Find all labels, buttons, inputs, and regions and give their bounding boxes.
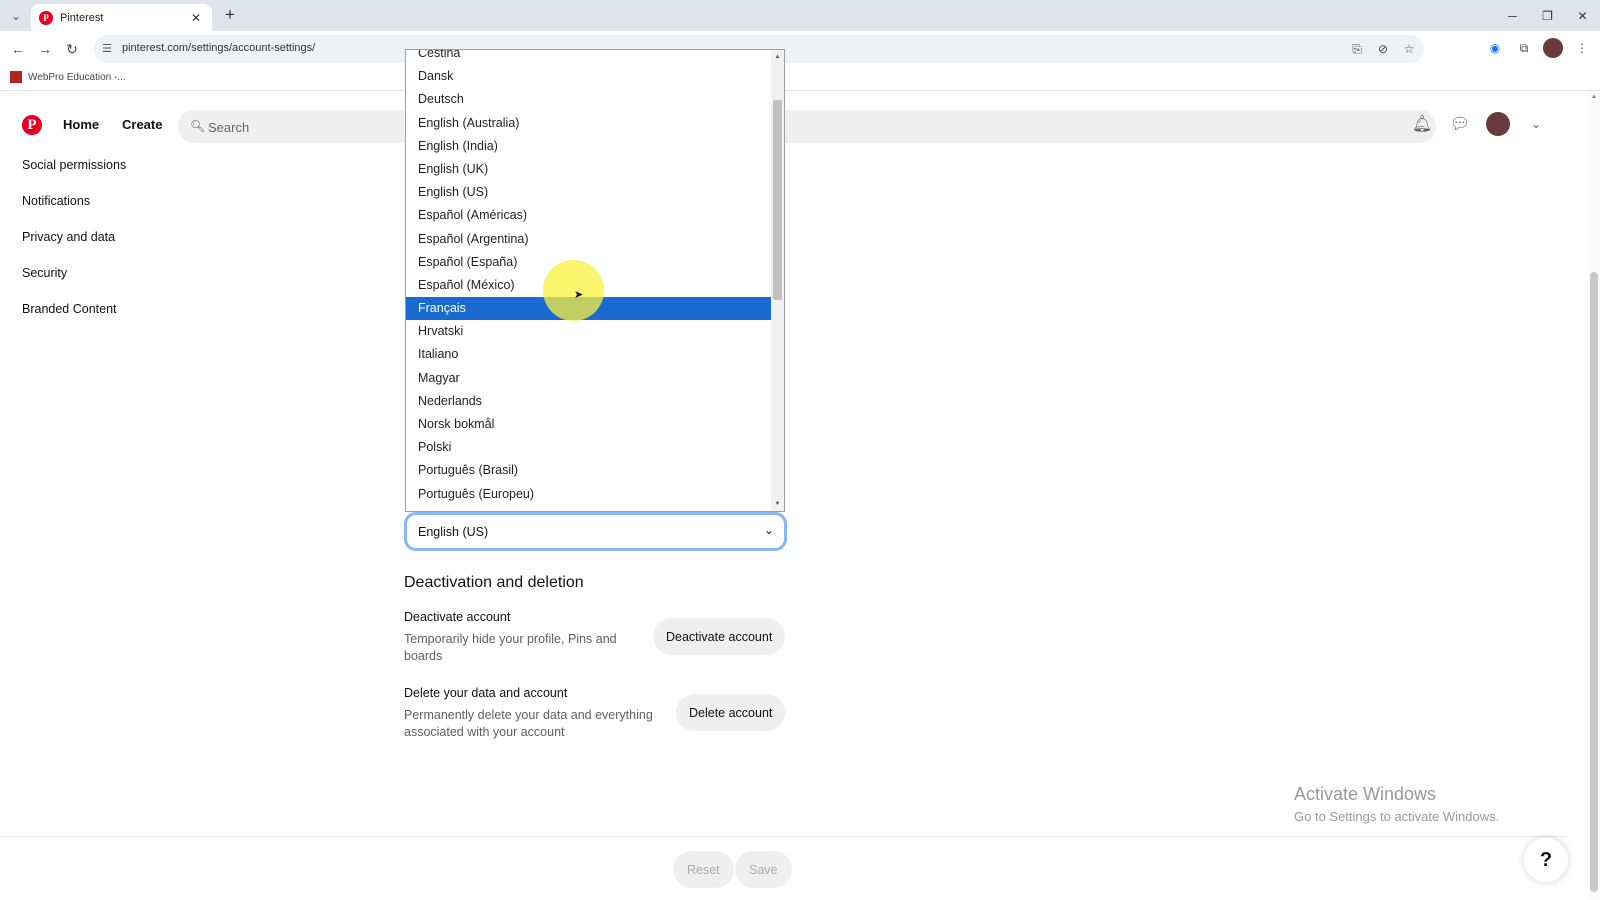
language-option[interactable]: Polski (406, 436, 772, 459)
mouse-cursor-icon: ➤ (574, 289, 584, 301)
save-button[interactable]: Save (735, 851, 792, 888)
language-option[interactable]: Nederlands (406, 390, 772, 413)
url-text[interactable]: pinterest.com/settings/account-settings/ (122, 42, 315, 54)
search-input[interactable]: 🔍︎ Search (178, 110, 1436, 143)
language-option[interactable]: Português (Brasil) (406, 459, 772, 482)
eye-off-icon[interactable]: ⊘ (1374, 40, 1392, 58)
deactivate-account-title: Deactivate account (404, 610, 511, 624)
bookmarks-bar: WebPro Education -... (0, 66, 1600, 91)
dropdown-scroll-up-icon[interactable]: ▲ (771, 54, 784, 60)
back-icon[interactable]: ← (8, 39, 28, 59)
language-option[interactable]: Magyar (406, 367, 772, 390)
language-option[interactable]: Norsk bokmål (406, 413, 772, 436)
sidebar-item-social-permissions[interactable]: Social permissions (22, 158, 126, 172)
tab-title: Pinterest (60, 11, 104, 24)
new-tab-button[interactable]: + (220, 5, 240, 25)
nav-home[interactable]: Home (63, 117, 99, 132)
scroll-up-arrow-icon[interactable]: ▲ (1588, 94, 1600, 100)
language-option[interactable]: Hrvatski (406, 320, 772, 343)
section-title-deactivation: Deactivation and deletion (404, 574, 584, 591)
deactivate-account-description: Temporarily hide your profile, Pins and … (404, 632, 617, 663)
bookmark-label: WebPro Education -... (28, 71, 126, 83)
page-scrollbar[interactable]: ▲ (1588, 92, 1600, 900)
language-select-value: English (US) (418, 525, 489, 539)
deactivate-account-button[interactable]: Deactivate account (653, 618, 786, 655)
activate-windows-watermark: Activate Windows Go to Settings to activ… (1294, 784, 1499, 824)
bookmark-item[interactable]: WebPro Education -... (10, 71, 126, 83)
language-option[interactable]: Română (406, 506, 772, 511)
forward-icon[interactable]: → (35, 39, 55, 59)
window-controls: ─ ❐ ✕ (1495, 0, 1600, 31)
extension-icon[interactable]: ◉ (1485, 38, 1505, 58)
page-scrollbar-thumb[interactable] (1590, 272, 1598, 892)
language-option[interactable]: Español (Américas) (406, 204, 772, 227)
language-option[interactable]: Dansk (406, 65, 772, 88)
help-button[interactable]: ? (1524, 838, 1568, 882)
language-option[interactable]: Čeština (406, 50, 772, 65)
language-option[interactable]: English (India) (406, 135, 772, 158)
delete-account-button[interactable]: Delete account (676, 694, 786, 731)
browser-tab-bar: ⌄ P Pinterest ✕ + ─ ❐ ✕ (0, 0, 1600, 31)
reload-icon[interactable]: ↻ (62, 39, 82, 59)
tab-search-icon[interactable]: ⌄ (6, 6, 26, 26)
sidebar-item-privacy-and-data[interactable]: Privacy and data (22, 230, 115, 244)
watermark-title: Activate Windows (1294, 784, 1437, 804)
language-option[interactable]: English (Australia) (406, 112, 772, 135)
site-info-icon[interactable]: ☰ (102, 42, 116, 56)
language-option[interactable]: English (UK) (406, 158, 772, 181)
install-app-icon[interactable]: ⎘ (1348, 40, 1366, 58)
dropdown-scrollbar[interactable]: ▲ ▼ (771, 50, 784, 511)
menu-icon[interactable]: ⋮ (1572, 38, 1592, 58)
language-option[interactable]: English (US) (406, 181, 772, 204)
sidebar-item-notifications[interactable]: Notifications (22, 194, 90, 208)
tab-close-icon[interactable]: ✕ (188, 11, 204, 25)
dropdown-scrollbar-thumb[interactable] (773, 100, 782, 300)
browser-toolbar: ← → ↻ ☰ pinterest.com/settings/account-s… (0, 31, 1600, 66)
dropdown-scroll-down-icon[interactable]: ▼ (771, 501, 784, 507)
restore-icon[interactable]: ❐ (1530, 0, 1565, 31)
language-select[interactable]: English (US) ⌄ (404, 512, 787, 551)
language-option[interactable]: Português (Europeu) (406, 483, 772, 506)
settings-footer: Reset Save (0, 836, 1568, 900)
pinterest-logo-icon[interactable]: P (22, 115, 42, 135)
reset-button[interactable]: Reset (673, 851, 734, 888)
bookmark-favicon-icon (10, 71, 22, 83)
messages-icon[interactable]: 💬︎ (1448, 112, 1472, 136)
browser-tab[interactable]: P Pinterest ✕ (31, 4, 212, 31)
nav-create[interactable]: Create (122, 117, 162, 132)
pinterest-favicon-icon: P (39, 10, 53, 25)
account-chevron-down-icon[interactable]: ⌄ (1524, 112, 1548, 136)
search-placeholder: Search (208, 120, 250, 135)
notifications-bell-icon[interactable]: 🔔︎ (1410, 112, 1434, 136)
close-icon[interactable]: ✕ (1565, 0, 1600, 31)
avatar[interactable] (1486, 112, 1510, 136)
sidebar-item-security[interactable]: Security (22, 266, 67, 280)
puzzle-icon[interactable]: ⧉ (1514, 38, 1534, 58)
watermark-subtitle: Go to Settings to activate Windows. (1294, 809, 1500, 824)
sidebar-item-branded-content[interactable]: Branded Content (22, 302, 117, 316)
profile-icon[interactable] (1543, 38, 1563, 58)
language-option[interactable]: Español (Argentina) (406, 228, 772, 251)
minimize-icon[interactable]: ─ (1495, 0, 1530, 31)
search-icon: 🔍︎ (190, 119, 206, 133)
star-icon[interactable]: ☆ (1400, 40, 1418, 58)
delete-account-title: Delete your data and account (404, 686, 568, 700)
chevron-down-icon: ⌄ (763, 523, 774, 537)
delete-account-description: Permanently delete your data and everyth… (404, 708, 653, 739)
language-option[interactable]: Italiano (406, 343, 772, 366)
language-option[interactable]: Deutsch (406, 88, 772, 111)
